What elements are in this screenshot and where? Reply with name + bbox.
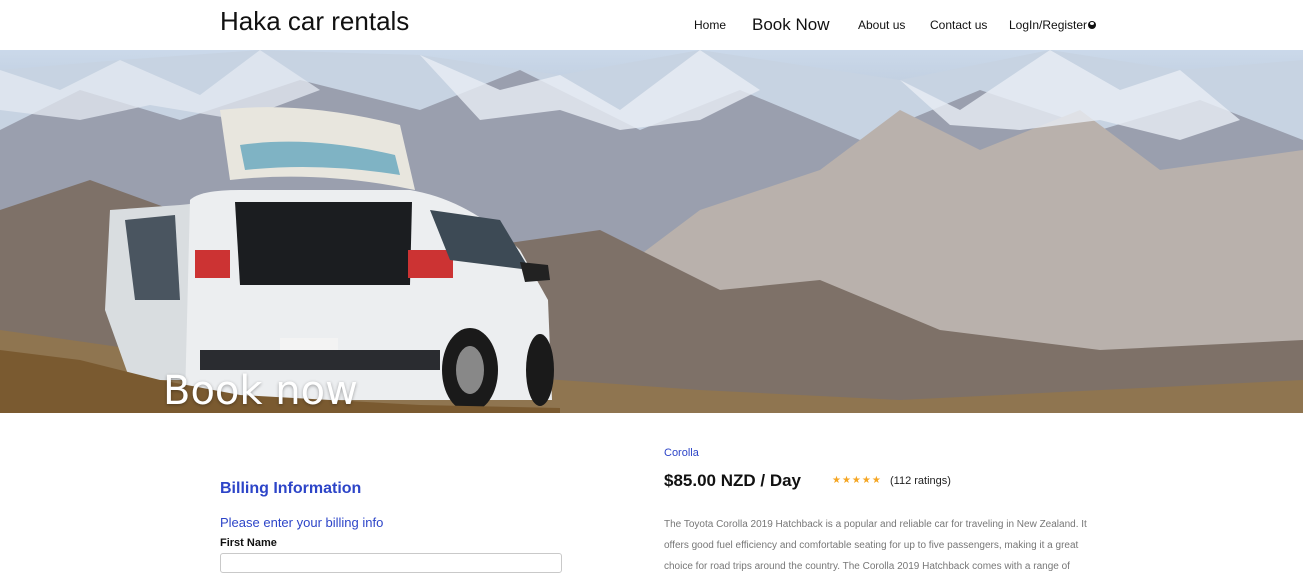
- brand-title[interactable]: Haka car rentals: [220, 6, 409, 37]
- top-navbar: Haka car rentals Home Book Now About us …: [0, 0, 1303, 50]
- nav-item-contact[interactable]: Contact us: [930, 0, 987, 50]
- hero-image: [0, 50, 1303, 413]
- nav-item-home[interactable]: Home: [694, 0, 726, 50]
- billing-subtitle: Please enter your billing info: [220, 515, 384, 530]
- hero-banner: Book now: [0, 50, 1303, 413]
- ratings-count: (112 ratings): [890, 475, 951, 487]
- nav-item-book-now[interactable]: Book Now: [752, 0, 829, 50]
- hero-title: Book now: [163, 368, 358, 413]
- nav-item-about[interactable]: About us: [858, 0, 905, 50]
- user-circle-icon[interactable]: [1088, 21, 1097, 29]
- car-description: The Toyota Corolla 2019 Hatchback is a p…: [664, 519, 1087, 572]
- nav-link-home[interactable]: Home: [694, 18, 726, 32]
- rating-stars-icon: ★★★★★: [832, 475, 882, 486]
- nav-link-contact[interactable]: Contact us: [930, 18, 987, 32]
- nav-link-about[interactable]: About us: [858, 18, 905, 32]
- price-per-day: $85.00 NZD / Day: [664, 471, 802, 490]
- first-name-input[interactable]: [220, 553, 562, 573]
- nav-link-login[interactable]: LogIn/Register: [1009, 18, 1087, 32]
- nav-link-book-now[interactable]: Book Now: [752, 15, 829, 35]
- nav-item-login[interactable]: LogIn/Register: [1009, 0, 1097, 50]
- first-name-label: First Name: [220, 537, 277, 549]
- car-name-link[interactable]: Corolla: [664, 447, 699, 459]
- billing-title: Billing Information: [220, 480, 362, 497]
